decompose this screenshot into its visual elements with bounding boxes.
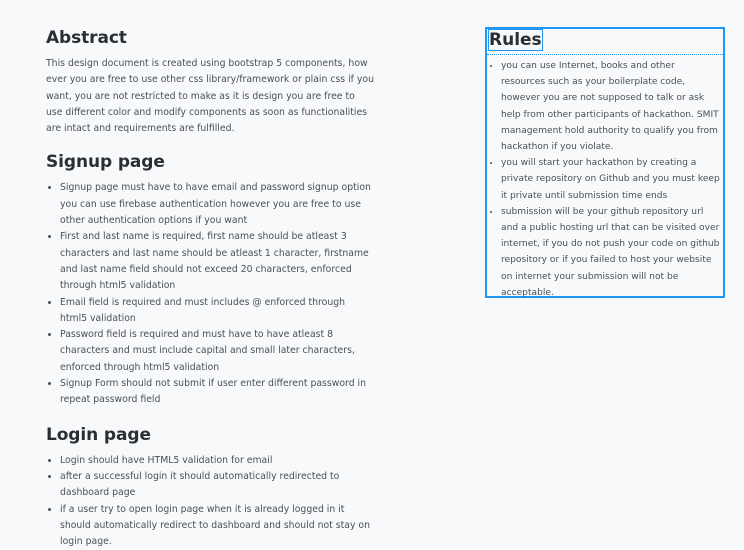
list-item: you will start your hackathon by creatin… [501, 155, 721, 204]
list-item: Signup Form should not submit if user en… [60, 376, 374, 409]
list-item: First and last name is required, first n… [60, 229, 374, 294]
list-item: Email field is required and must include… [60, 295, 374, 328]
document-page: Abstract This design document is created… [0, 0, 744, 550]
list-item: if a user try to open login page when it… [60, 502, 374, 550]
list-item: Password field is required and must have… [60, 327, 374, 376]
list-item: after a successful login it should autom… [60, 469, 374, 502]
login-heading: Login page [46, 424, 151, 445]
rules-header: Rules [487, 29, 723, 55]
abstract-section: Abstract This design document is created… [46, 26, 374, 137]
list-item: Signup page must have to have email and … [60, 180, 374, 229]
rules-heading[interactable]: Rules [488, 29, 543, 51]
signup-heading: Signup page [46, 152, 165, 173]
login-section: Login page Login should have HTML5 valid… [46, 423, 374, 550]
rules-panel[interactable]: Rules you can use Internet, books and ot… [485, 27, 725, 298]
rules-list: you can use Internet, books and other re… [487, 58, 723, 301]
abstract-text: This design document is created using bo… [46, 58, 374, 135]
list-item: you can use Internet, books and other re… [501, 58, 721, 155]
list-item: submission will be your github repositor… [501, 204, 721, 301]
signup-section: Signup page Signup page must have to hav… [46, 150, 374, 408]
abstract-heading: Abstract [46, 28, 127, 48]
main-column: Abstract This design document is created… [46, 26, 374, 550]
login-requirements-list: Login should have HTML5 validation for e… [46, 453, 374, 550]
signup-requirements-list: Signup page must have to have email and … [46, 180, 374, 408]
list-item: Login should have HTML5 validation for e… [60, 453, 374, 469]
